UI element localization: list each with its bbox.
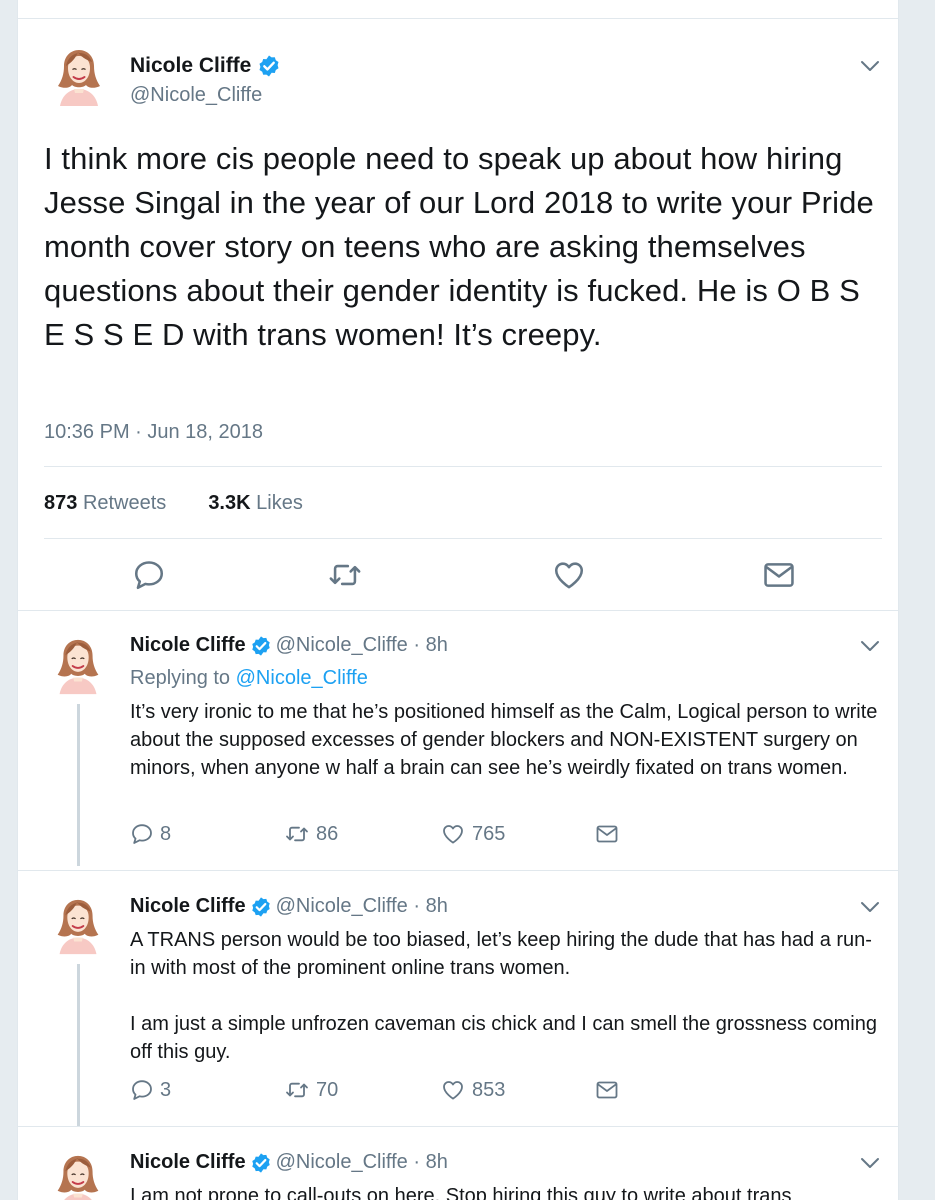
reply-count: 8 [160, 822, 172, 845]
direct-message-button[interactable] [594, 822, 626, 846]
author-name-row[interactable]: Nicole Cliffe [130, 54, 281, 78]
chevron-down-icon[interactable] [858, 58, 882, 74]
author-name[interactable]: Nicole Cliffe [130, 634, 246, 656]
direct-message-icon[interactable] [762, 558, 796, 592]
replying-to: Replying to @Nicole_Cliffe [130, 667, 368, 690]
avatar[interactable] [46, 1150, 110, 1200]
like-icon[interactable] [552, 558, 586, 592]
reply-icon [130, 1078, 154, 1102]
reply-text: A TRANS person would be too biased, let’… [130, 926, 885, 1066]
retweet-count: 70 [316, 1078, 339, 1101]
like-button[interactable]: 853 [440, 1078, 505, 1102]
like-icon [440, 1078, 466, 1102]
author-handle[interactable]: @Nicole_Cliffe [276, 1151, 408, 1173]
reply-header: Nicole Cliffe @Nicole_Cliffe · 8h [130, 634, 448, 657]
reply-text: I am not prone to call-outs on here. Sto… [130, 1182, 885, 1200]
reply-time[interactable]: · 8h [413, 634, 447, 656]
divider [44, 538, 882, 539]
like-button[interactable]: 765 [440, 822, 505, 846]
avatar[interactable] [46, 894, 110, 958]
chevron-down-icon[interactable] [858, 899, 882, 915]
author-name[interactable]: Nicole Cliffe [130, 54, 251, 77]
retweet-icon[interactable] [328, 558, 362, 592]
retweet-count: 86 [316, 822, 339, 845]
chevron-down-icon[interactable] [858, 1155, 882, 1171]
reply-paragraph: A TRANS person would be too biased, let’… [130, 929, 872, 979]
retweet-icon [284, 822, 310, 846]
likes-count: 3.3K [208, 492, 251, 514]
retweet-button[interactable]: 86 [284, 822, 338, 846]
reply-paragraph: I am just a simple unfrozen caveman cis … [130, 1013, 877, 1063]
divider [44, 466, 882, 467]
reply-icon[interactable] [132, 558, 166, 592]
like-count: 765 [472, 822, 506, 845]
avatar[interactable] [46, 44, 112, 110]
reply-paragraph: It’s very ironic to me that he’s positio… [130, 701, 878, 779]
top-border [18, 0, 898, 19]
direct-message-icon [594, 1078, 620, 1102]
author-handle[interactable]: @Nicole_Cliffe [276, 634, 408, 656]
chevron-down-icon[interactable] [858, 638, 882, 654]
likes-label: Likes [256, 492, 303, 514]
thread-line [77, 704, 80, 866]
tweet-text: I think more cis people need to speak up… [44, 141, 874, 352]
verified-badge-icon [250, 635, 272, 657]
retweets-label: Retweets [82, 492, 167, 514]
tweet-detail-page: Nicole Cliffe @Nicole_Cliffe I think mor… [17, 0, 899, 1200]
author-handle[interactable]: @Nicole_Cliffe [130, 84, 262, 107]
divider [18, 870, 898, 871]
retweets-stat[interactable]: 873 Retweets [44, 492, 166, 514]
like-count: 853 [472, 1078, 506, 1101]
thread-line [77, 964, 80, 1126]
divider [18, 610, 898, 611]
verified-badge-icon [250, 896, 272, 918]
verified-badge-icon [250, 1152, 272, 1174]
author-handle[interactable]: @Nicole_Cliffe [276, 895, 408, 917]
direct-message-button[interactable] [594, 1078, 626, 1102]
divider [18, 1126, 898, 1127]
tweet-timestamp[interactable]: 10:36 PM · Jun 18, 2018 [44, 421, 263, 444]
avatar[interactable] [46, 634, 110, 698]
verified-badge-icon [257, 54, 281, 78]
reply-button[interactable]: 3 [130, 1078, 171, 1102]
reply-button[interactable]: 8 [130, 822, 171, 846]
author-name[interactable]: Nicole Cliffe [130, 895, 246, 917]
reply-header: Nicole Cliffe @Nicole_Cliffe · 8h [130, 895, 448, 918]
likes-stat[interactable]: 3.3K Likes [208, 492, 303, 514]
reply-paragraph: I am not prone to call-outs on here. Sto… [130, 1185, 792, 1200]
direct-message-icon [594, 822, 620, 846]
reply-count: 3 [160, 1078, 172, 1101]
retweet-icon [284, 1078, 310, 1102]
retweet-button[interactable]: 70 [284, 1078, 338, 1102]
reply-icon [130, 822, 154, 846]
author-name[interactable]: Nicole Cliffe [130, 1151, 246, 1173]
retweets-count: 873 [44, 492, 78, 514]
reply-header: Nicole Cliffe @Nicole_Cliffe · 8h [130, 1151, 448, 1174]
reply-time[interactable]: · 8h [413, 895, 447, 917]
like-icon [440, 822, 466, 846]
reply-text: It’s very ironic to me that he’s positio… [130, 698, 885, 782]
tweet-stats: 873 Retweets 3.3K Likes [44, 492, 303, 515]
replying-to-link[interactable]: @Nicole_Cliffe [236, 667, 368, 689]
replying-to-prefix: Replying to [130, 667, 236, 689]
reply-time[interactable]: · 8h [413, 1151, 447, 1173]
